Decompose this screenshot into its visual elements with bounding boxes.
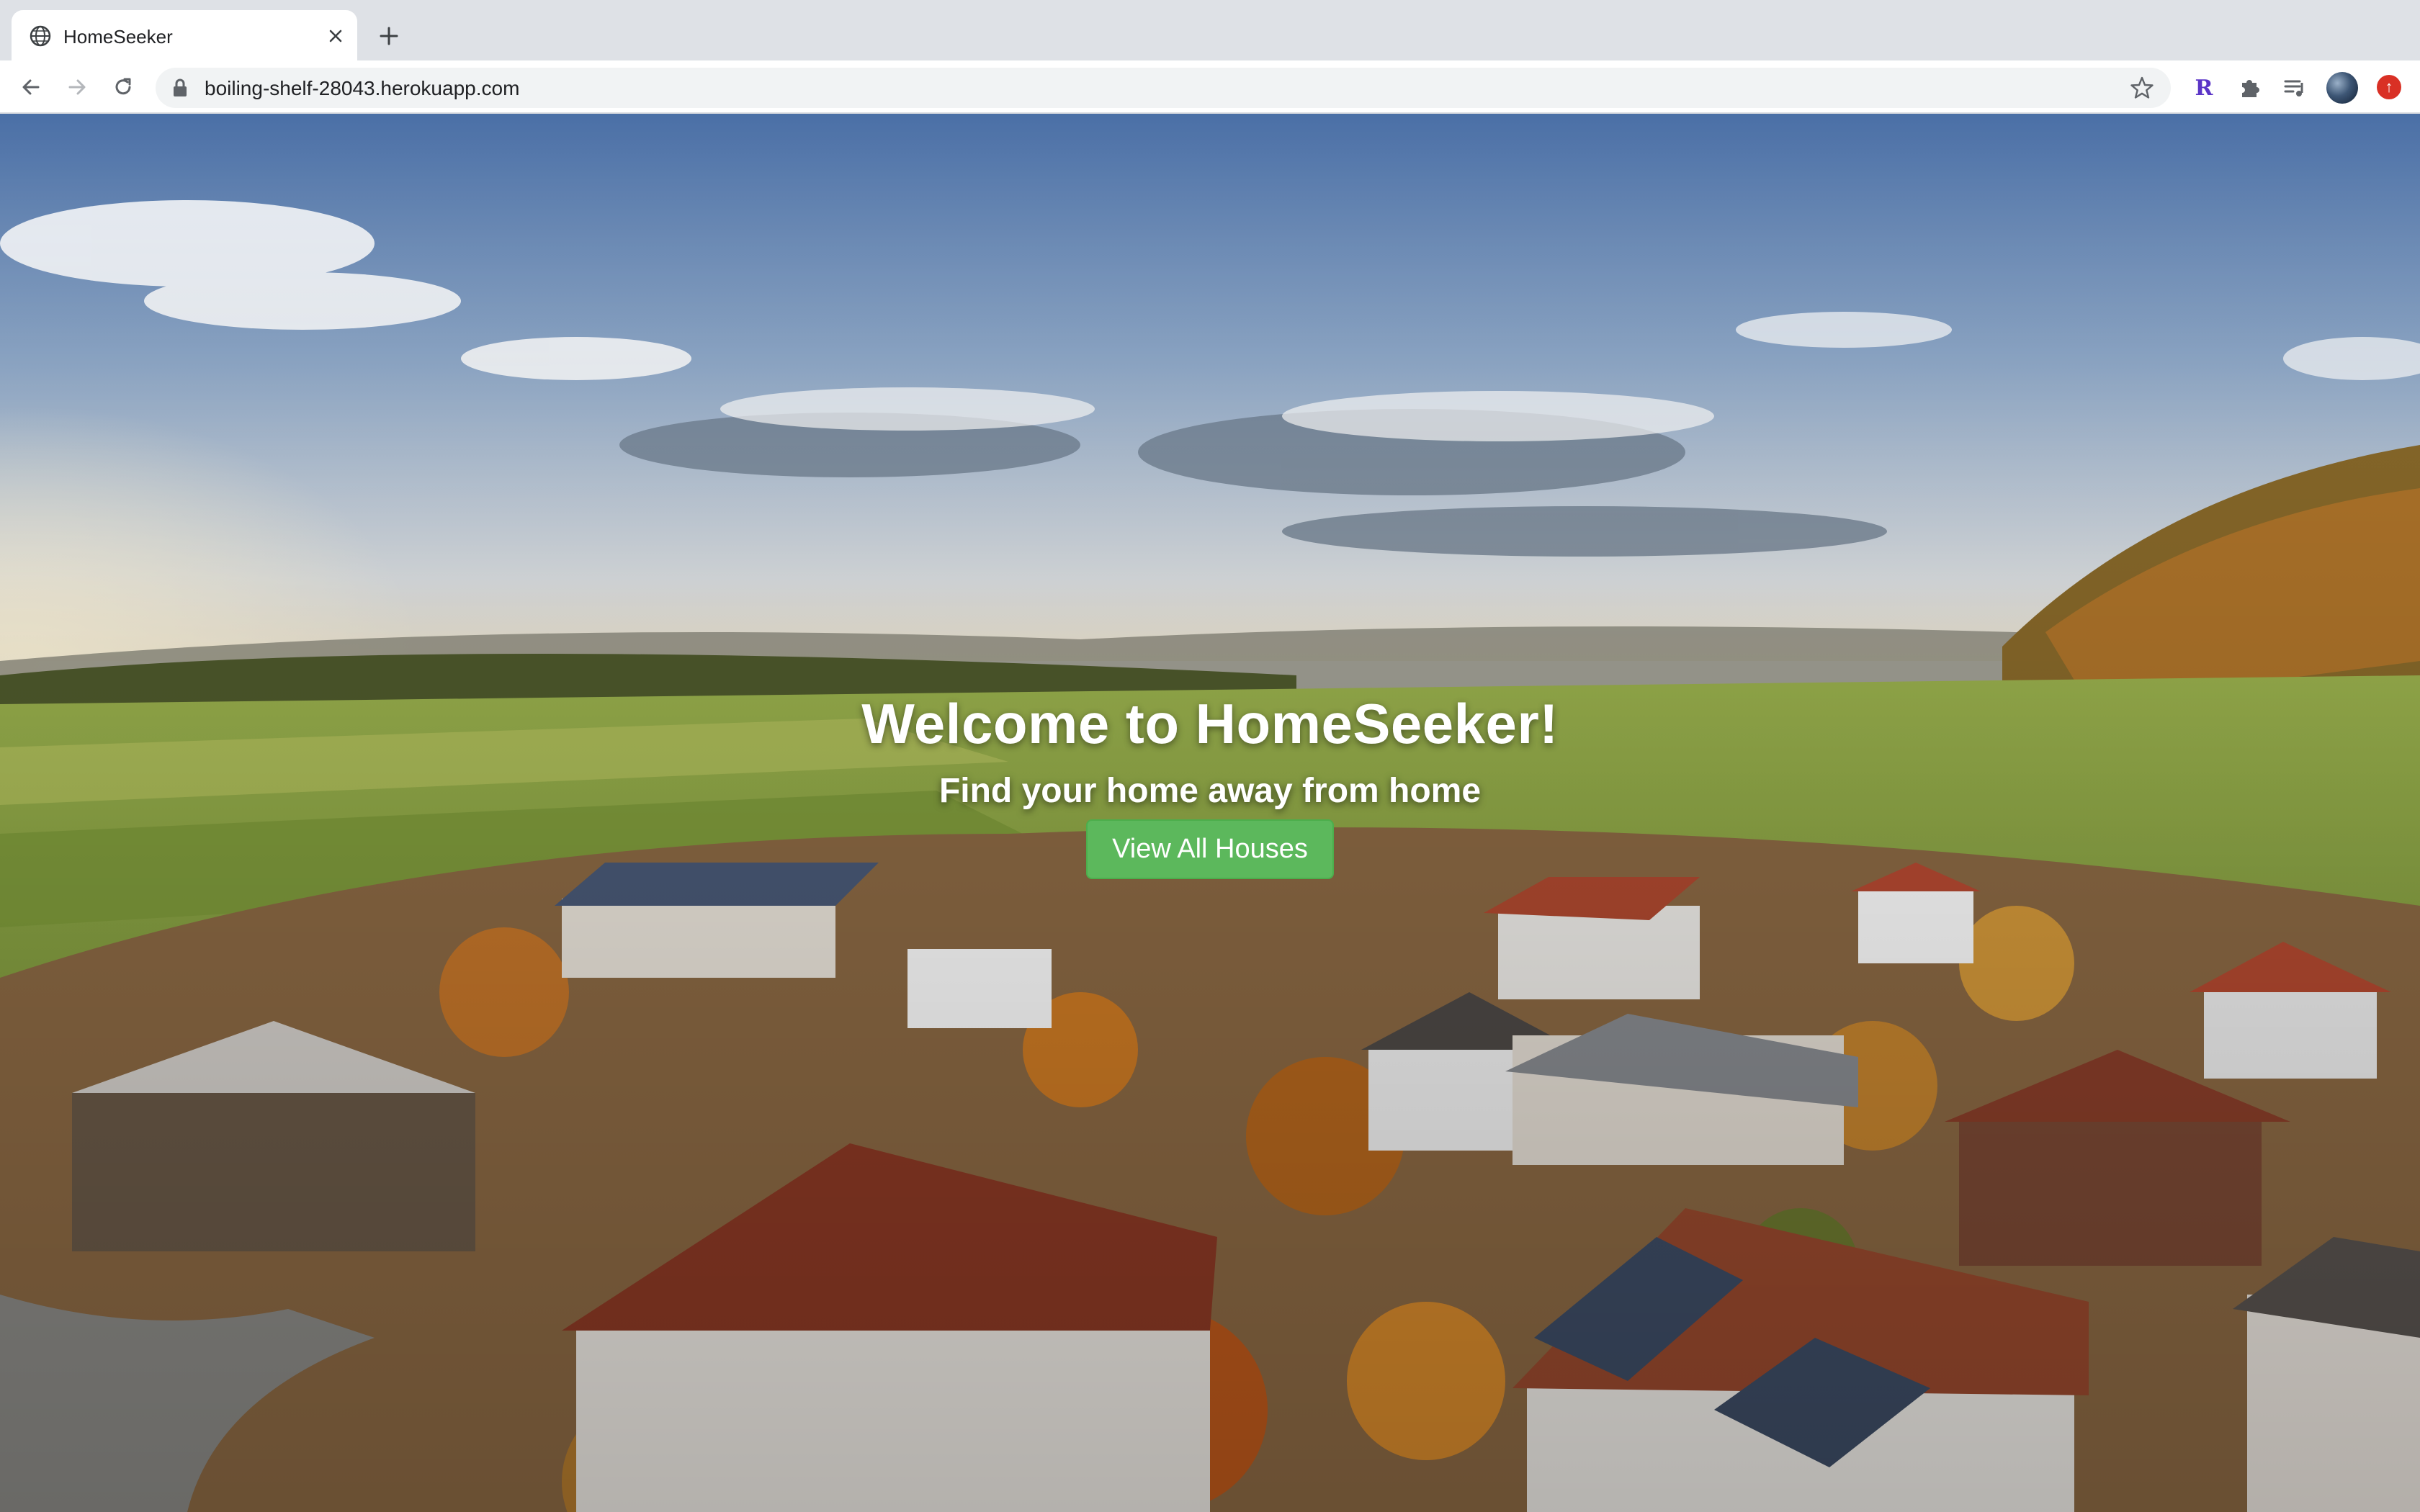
view-all-houses-button[interactable]: View All Houses (1086, 819, 1334, 879)
plus-icon[interactable] (373, 20, 405, 52)
arrow-right-icon[interactable] (60, 71, 94, 104)
tab-strip: HomeSeeker (0, 0, 2420, 60)
avatar[interactable] (2326, 72, 2358, 104)
browser-toolbar: boiling-shelf-28043.herokuapp.com R ↑ (0, 60, 2420, 114)
browser-tab[interactable]: HomeSeeker (12, 10, 357, 60)
address-bar[interactable]: boiling-shelf-28043.herokuapp.com (156, 68, 2171, 108)
hero-content: Welcome to HomeSeeker! Find your home aw… (0, 691, 2420, 879)
page-title: Welcome to HomeSeeker! (861, 692, 1559, 755)
r-extension-icon[interactable]: R (2190, 73, 2218, 102)
tab-title: HomeSeeker (63, 26, 173, 48)
update-badge[interactable]: ↑ (2377, 75, 2401, 99)
puzzle-extensions-icon[interactable] (2236, 73, 2264, 102)
close-icon[interactable] (323, 23, 349, 49)
url-text[interactable]: boiling-shelf-28043.herokuapp.com (205, 77, 519, 100)
arrow-left-icon[interactable] (14, 71, 48, 104)
lock-icon[interactable] (171, 78, 189, 98)
reload-icon[interactable] (107, 71, 140, 104)
globe-icon (30, 25, 51, 47)
star-icon[interactable] (2129, 75, 2155, 101)
page-content: Welcome to HomeSeeker! Find your home aw… (0, 114, 2420, 1512)
hero-subtitle: Find your home away from home (938, 772, 1482, 810)
media-queue-icon[interactable] (2280, 73, 2309, 102)
